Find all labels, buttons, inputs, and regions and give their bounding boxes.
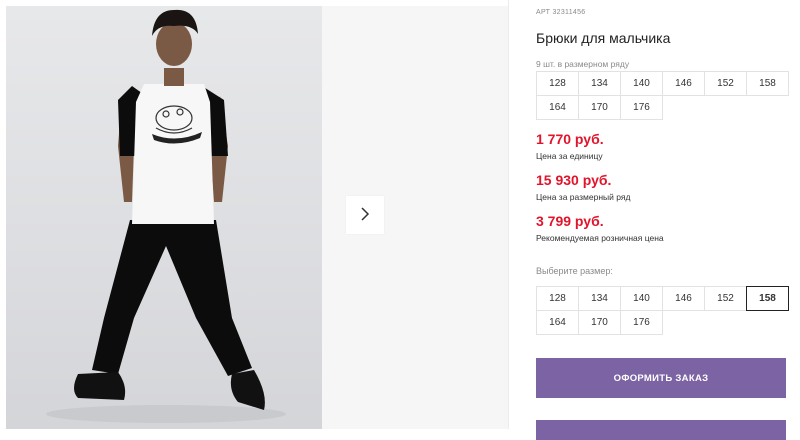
size-option[interactable]: 146 [662, 286, 705, 311]
size-option[interactable]: 176 [620, 310, 663, 335]
row-price-caption: Цена за размерный ряд [536, 192, 631, 202]
size-row-cell: 140 [620, 71, 663, 96]
product-title: Брюки для мальчика [536, 30, 671, 46]
size-row-caption: 9 шт. в размерном ряду [536, 59, 630, 69]
size-option[interactable]: 164 [536, 310, 579, 335]
divider [508, 0, 509, 429]
size-row-cell: 176 [620, 95, 663, 120]
place-order-button[interactable]: ОФОРМИТЬ ЗАКАЗ [536, 358, 786, 398]
size-option-selected[interactable]: 158 [746, 286, 789, 311]
size-selector: 128 134 140 146 152 158 164 170 176 [536, 286, 789, 335]
size-row-cell: 170 [578, 95, 621, 120]
retail-price-caption: Рекомендуемая розничная цена [536, 233, 664, 243]
size-row-cell: 158 [746, 71, 789, 96]
size-row-cell: 146 [662, 71, 705, 96]
choose-size-label: Выберите размер: [536, 266, 613, 276]
size-option[interactable]: 128 [536, 286, 579, 311]
size-option[interactable]: 152 [704, 286, 747, 311]
next-photo-button[interactable] [346, 196, 384, 234]
size-option[interactable]: 170 [578, 310, 621, 335]
retail-price: 3 799 руб. [536, 213, 604, 229]
product-photo [6, 6, 322, 429]
product-photo-illustration [46, 9, 286, 423]
size-option[interactable]: 140 [620, 286, 663, 311]
size-option[interactable]: 134 [578, 286, 621, 311]
size-row-grid: 128 134 140 146 152 158 164 170 176 [536, 71, 789, 120]
unit-price-caption: Цена за единицу [536, 151, 603, 161]
article-number: АРТ 32311456 [536, 9, 586, 16]
size-row-cell: 152 [704, 71, 747, 96]
unit-price: 1 770 руб. [536, 131, 604, 147]
size-row-cell: 134 [578, 71, 621, 96]
size-row-cell: 128 [536, 71, 579, 96]
product-gallery [0, 0, 508, 429]
size-row-cell: 164 [536, 95, 579, 120]
secondary-action-button[interactable] [536, 420, 786, 440]
chevron-right-icon [358, 206, 372, 224]
row-price: 15 930 руб. [536, 172, 612, 188]
